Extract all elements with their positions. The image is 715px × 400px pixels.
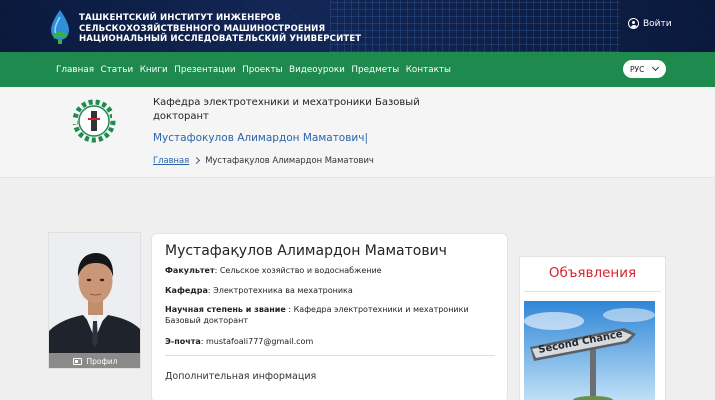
department-value: : Электротехника ва мехатроника [207, 286, 353, 295]
nav-item-contacts[interactable]: Контакты [406, 65, 451, 75]
department-row: Кафедра: Электротехника ва мехатроника [165, 285, 495, 296]
nav-items: Главная Статьи Книги Презентации Проекты… [56, 52, 457, 87]
breadcrumb: Главная Мустафақулов Алимардон Маматович [153, 155, 374, 165]
id-card-icon [73, 358, 83, 365]
announcements-divider [524, 291, 661, 292]
announcements-title: Объявления [548, 265, 637, 281]
additional-info-heading[interactable]: Дополнительная информация [165, 371, 316, 382]
language-value: РУС [630, 64, 645, 74]
header-decoration [330, 0, 620, 52]
user-icon [628, 18, 639, 29]
university-title: ТАШКЕНТСКИЙ ИНСТИТУТ ИНЖЕНЕРОВ СЕЛЬСКОХО… [79, 13, 362, 44]
login-label: Войти [643, 18, 672, 29]
profile-button[interactable]: Профил [49, 353, 140, 368]
email-label: Э-почта [165, 337, 201, 346]
chevron-right-icon [193, 156, 201, 164]
faculty-value: : Сельское хозяйство и водоснабжение [214, 266, 382, 275]
nav-item-projects[interactable]: Проекты [242, 65, 282, 75]
main-nav: Главная Статьи Книги Презентации Проекты… [0, 52, 715, 87]
department-logo [59, 99, 130, 143]
profile-name: Мустафақулов Алимардон Маматович [165, 243, 447, 259]
degree-row: Научная степень и звание : Кафедра элект… [165, 304, 495, 326]
degree-label: Научная степень и звание [165, 305, 286, 314]
breadcrumb-current: Мустафақулов Алимардон Маматович [205, 155, 374, 165]
nav-item-videos[interactable]: Видеоуроки [289, 65, 345, 75]
profile-photo-card: Профил [48, 232, 141, 369]
nav-item-books[interactable]: Книги [140, 65, 168, 75]
nav-item-articles[interactable]: Статьи [101, 65, 134, 75]
announcement-image[interactable]: Second Chance [524, 301, 655, 400]
person-title: Мустафокулов Алимардон Маматович| [153, 132, 368, 144]
nav-item-presentations[interactable]: Презентации [174, 65, 235, 75]
login-button[interactable]: Войти [628, 18, 672, 29]
email-row: Э-почта: mustafoali777@gmail.com [165, 336, 495, 347]
breadcrumb-home-link[interactable]: Главная [153, 155, 189, 165]
nav-item-subjects[interactable]: Предметы [351, 65, 399, 75]
department-title: Кафедра электротехники и мехатроники Баз… [153, 97, 420, 122]
email-value[interactable]: : mustafoali777@gmail.com [201, 337, 313, 346]
profile-photo [49, 233, 140, 353]
nav-item-home[interactable]: Главная [56, 65, 94, 75]
faculty-label: Факультет [165, 266, 215, 275]
chevron-down-icon [651, 63, 660, 72]
profile-button-label: Профил [86, 357, 118, 366]
university-logo[interactable] [47, 9, 73, 45]
info-divider [165, 355, 495, 356]
language-select[interactable]: РУС [623, 60, 666, 78]
faculty-row: Факультет: Сельское хозяйство и водоснаб… [165, 265, 495, 276]
department-label: Кафедра [165, 286, 208, 295]
